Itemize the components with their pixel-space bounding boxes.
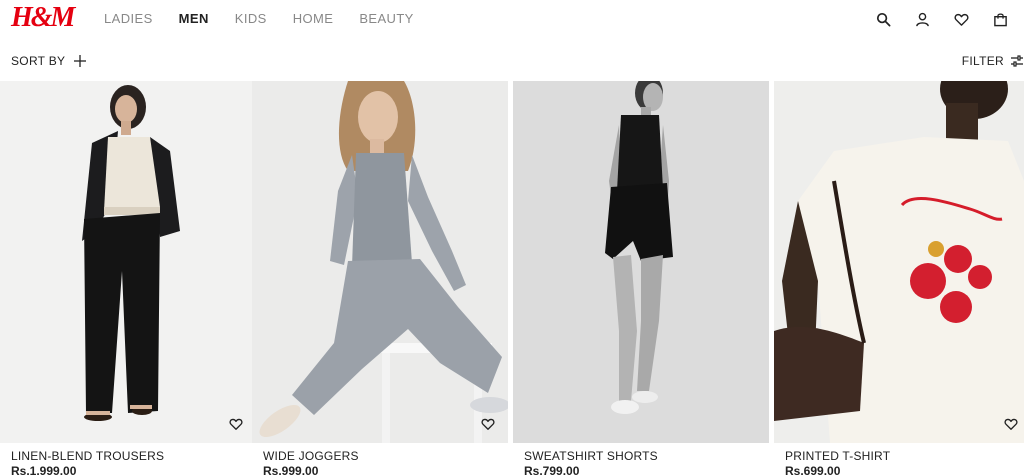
- product-card[interactable]: SWEATSHIRT SHORTS Rs.799.00: [513, 81, 769, 475]
- product-price: Rs.1,999.00: [11, 464, 77, 475]
- product-title[interactable]: SWEATSHIRT SHORTS: [524, 449, 658, 464]
- product-grid: LINEN-BLEND TROUSERS Rs.1,999.00 WIDE JO…: [0, 81, 1024, 475]
- product-image[interactable]: [252, 81, 508, 443]
- heart-icon: [1004, 418, 1018, 430]
- main-nav: LADIES MEN KIDS HOME BEAUTY: [104, 11, 414, 27]
- product-card[interactable]: WIDE JOGGERS Rs.999.00: [252, 81, 508, 475]
- heart-icon: [481, 418, 495, 430]
- product-image[interactable]: [0, 81, 256, 443]
- heart-icon: [229, 418, 243, 430]
- product-card[interactable]: PRINTED T-SHIRT Rs.699.00: [774, 81, 1024, 475]
- product-image[interactable]: [513, 81, 769, 443]
- brand-logo[interactable]: H&M: [11, 2, 75, 34]
- product-title[interactable]: WIDE JOGGERS: [263, 449, 359, 464]
- filter-sliders-icon: [1011, 55, 1023, 67]
- nav-item-home[interactable]: HOME: [293, 11, 334, 27]
- nav-item-ladies[interactable]: LADIES: [104, 11, 153, 27]
- add-to-favourites-button[interactable]: [479, 415, 497, 433]
- product-image[interactable]: [774, 81, 1024, 443]
- product-price: Rs.799.00: [524, 464, 580, 475]
- add-to-favourites-button[interactable]: [227, 415, 245, 433]
- site-header: H&M LADIES MEN KIDS HOME BEAUTY: [0, 0, 1024, 40]
- product-price: Rs.699.00: [785, 464, 841, 475]
- sort-by-button[interactable]: SORT BY: [11, 54, 87, 68]
- product-title[interactable]: PRINTED T-SHIRT: [785, 449, 890, 464]
- shopping-bag-icon[interactable]: [991, 10, 1010, 29]
- listing-toolbar: SORT BY FILTER: [0, 48, 1024, 74]
- account-icon[interactable]: [913, 10, 932, 29]
- filter-label: FILTER: [961, 54, 1004, 68]
- plus-icon: [74, 55, 87, 67]
- filter-button[interactable]: FILTER: [962, 54, 1024, 68]
- sort-by-label: SORT BY: [11, 54, 66, 68]
- product-title[interactable]: LINEN-BLEND TROUSERS: [11, 449, 164, 464]
- nav-item-kids[interactable]: KIDS: [235, 11, 267, 27]
- product-price: Rs.999.00: [263, 464, 319, 475]
- search-icon[interactable]: [874, 10, 893, 29]
- nav-item-beauty[interactable]: BEAUTY: [359, 11, 413, 27]
- product-card[interactable]: LINEN-BLEND TROUSERS Rs.1,999.00: [0, 81, 256, 475]
- header-icons: [874, 10, 1010, 29]
- nav-item-men[interactable]: MEN: [179, 11, 209, 27]
- favourites-icon[interactable]: [952, 10, 971, 29]
- add-to-favourites-button[interactable]: [1002, 415, 1020, 433]
